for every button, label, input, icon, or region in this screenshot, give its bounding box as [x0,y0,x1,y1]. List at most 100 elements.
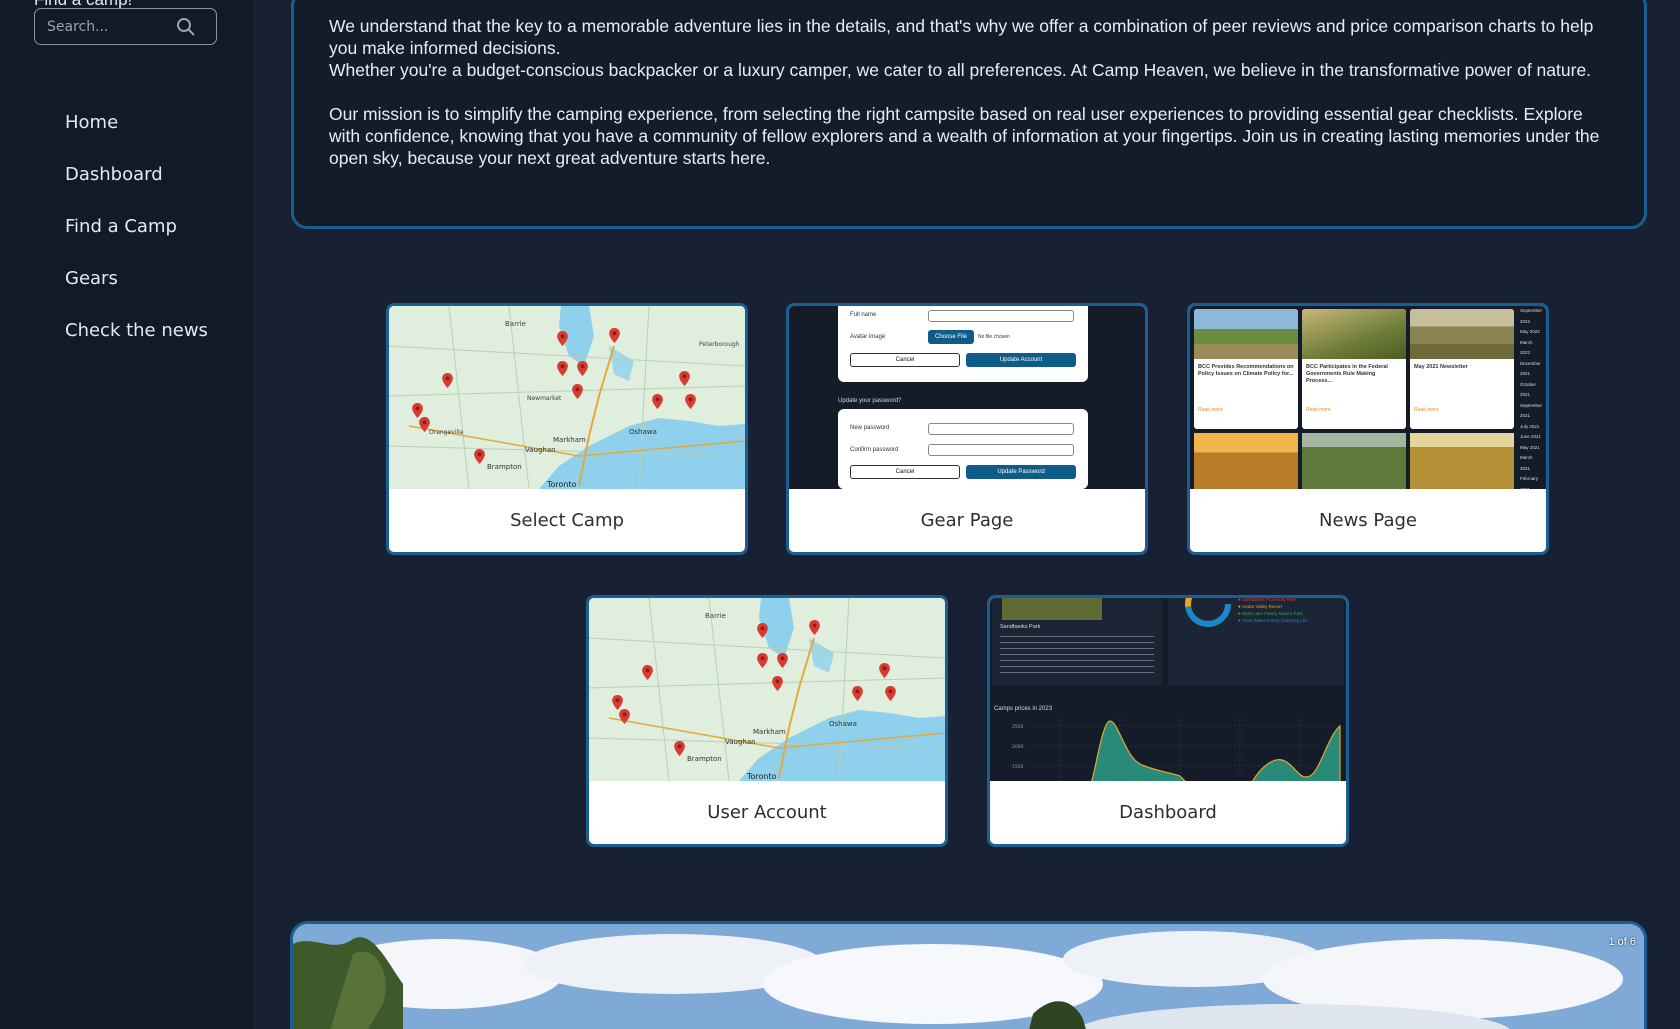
new-password-field [928,423,1074,435]
sidebar-item-gears[interactable]: Gears [65,262,208,314]
user-account-card[interactable]: Barrie Markham Vaughan Brampton Toronto … [586,595,948,847]
about-section: We understand that the key to a memorabl… [291,0,1647,229]
update-password-title: Update your password? [838,398,902,404]
about-paragraph-2: Whether you're a budget-conscious backpa… [329,60,1592,80]
archive-entry: 2022 [1520,350,1531,355]
y-tick-2: 2000 [1012,744,1024,750]
map-label-toronto: Toronto [746,772,777,781]
carousel-landscape-image [293,924,1644,1029]
news-page-card[interactable]: BCC Provides Recommendations on Policy I… [1187,303,1549,555]
gear-page-label: Gear Page [920,510,1014,531]
carousel-counter: 1 of 6 [1608,936,1636,948]
archive-entry: May 2021 [1520,444,1540,450]
dashboard-label: Dashboard [1119,802,1217,823]
archive-entry: July 2021 [1520,423,1540,429]
y-tick-1: 2500 [1012,724,1024,730]
gear-page-thumbnail: Full name Avatar image Choose File No fi… [789,306,1145,489]
news-archive-list: September 2022 May 2022 March 2022 December 20… [1520,306,1546,489]
cancel-password-button-preview: Cancel [850,465,960,479]
search-icon[interactable] [176,17,196,37]
map-label-markham: Markham [553,436,586,444]
map-label-oshawa: Oshawa [829,720,857,728]
confirm-password-field [928,444,1074,456]
archive-entry: February [1520,476,1539,481]
search-input[interactable] [47,15,177,39]
full-name-field [928,310,1074,322]
map-label-toronto: Toronto [546,480,577,489]
news-item-1-read-more: Read more [1198,407,1223,413]
news-page-label: News Page [1319,510,1417,531]
archive-entry: December [1520,360,1541,366]
select-camp-card[interactable]: Barrie Peterborough Newmarket Orangevill… [386,303,748,555]
sidebar-nav: Home Dashboard Find a Camp Gears Check t… [65,106,208,366]
sidebar-item-home[interactable]: Home [65,106,208,158]
archive-entry: 2021 [1520,413,1531,418]
dashboard-legend: ● Sandbanks Provincial Park ● Cedar Valle… [1238,598,1307,624]
map-label-orangeville: Orangeville [429,429,464,436]
legend-entry: ● Trout Water Family Camping Ltd [1238,618,1307,623]
map-label-barrie: Barrie [705,612,726,620]
new-password-label: New password [850,425,890,431]
map-label-brampton: Brampton [687,755,722,763]
archive-entry: September [1520,308,1543,313]
choose-file-button: Choose File [928,330,974,344]
map-label-barrie: Barrie [505,320,526,328]
news-item-2-preview: BCC Participates in the Federal Governme… [1302,309,1406,429]
news-item-3-preview: May 2021 Newsletter Read more [1410,309,1514,429]
avatar-label: Avatar image [850,334,886,340]
no-file-text: No file chosen [978,334,1010,340]
archive-entry: 2021 [1520,465,1531,471]
news-item-3-read-more: Read more [1414,407,1439,413]
sidebar-item-dashboard[interactable]: Dashboard [65,158,208,210]
user-account-thumbnail: Barrie Markham Vaughan Brampton Toronto … [589,598,945,781]
sidebar: Find a camp! Home Dashboard Find a Camp … [0,0,253,1029]
archive-entry: March [1520,339,1533,345]
dashboard-thumbnail: Sandbanks Park ● Sandbanks Provincial Pa… [990,598,1346,781]
archive-entry: May 2022 [1520,329,1540,334]
archive-entry: 2022 [1520,318,1531,324]
price-area-chart-preview: 2500 2000 1500 [1012,716,1341,781]
update-password-button-preview: Update Password [966,465,1076,479]
update-account-button-preview: Update Account [966,353,1076,367]
about-paragraph-3: Our mission is to simplify the camping e… [329,104,1600,168]
map-label-oshawa: Oshawa [629,428,657,436]
gear-page-card[interactable]: Full name Avatar image Choose File No fi… [786,303,1148,555]
search-box[interactable] [34,8,217,45]
photo-carousel[interactable]: 1 of 6 [290,921,1647,1029]
donut-chart-preview [1185,598,1231,627]
archive-entry: September [1520,402,1543,408]
user-account-label: User Account [707,802,827,823]
news-page-thumbnail: BCC Provides Recommendations on Policy I… [1190,306,1546,489]
news-item-2-title: BCC Participates in the Federal Governme… [1306,364,1388,384]
legend-entry: ● Cedar Valley Resort [1238,604,1282,609]
archive-entry: March [1520,455,1533,460]
select-camp-thumbnail: Barrie Peterborough Newmarket Orangevill… [389,306,745,489]
about-paragraph-1: We understand that the key to a memorabl… [329,16,1594,58]
news-item-1-preview: BCC Provides Recommendations on Policy I… [1194,309,1298,429]
archive-entry: October [1520,381,1537,387]
password-form-preview: New password Confirm password Cancel Upd… [838,409,1088,489]
dashboard-card[interactable]: Sandbanks Park ● Sandbanks Provincial Pa… [987,595,1349,847]
map-label-peterborough: Peterborough [699,341,740,348]
news-item-3-title: May 2021 Newsletter [1414,364,1468,370]
confirm-password-label: Confirm password [850,447,899,453]
archive-entry: June 2021 [1520,434,1542,439]
park-card-preview: Sandbanks Park [992,598,1162,686]
map-label-vaughan: Vaughan [725,738,756,746]
legend-entry: ● Bass Lake Family Nature Park [1238,611,1303,616]
news-item-1-title: BCC Provides Recommendations on Policy I… [1198,364,1294,377]
archive-entry: 2021 [1520,371,1531,376]
map-label-vaughan: Vaughan [525,446,556,454]
sidebar-item-news[interactable]: Check the news [65,314,208,366]
map-label-newmarket: Newmarket [527,395,562,402]
account-form-preview: Full name Avatar image Choose File No fi… [838,306,1088,382]
select-camp-label: Select Camp [510,510,624,531]
donut-card-preview: ● Sandbanks Provincial Park ● Cedar Valle… [1168,598,1344,686]
sidebar-item-find-a-camp[interactable]: Find a Camp [65,210,208,262]
map-label-markham: Markham [753,728,786,736]
dashboard-chart-title: Camps prices in 2023 [994,706,1053,712]
park-name: Sandbanks Park [1000,624,1041,630]
archive-entry: 2021 [1520,392,1531,397]
news-item-2-read-more: Read more [1306,407,1331,413]
cancel-button-preview: Cancel [850,353,960,367]
